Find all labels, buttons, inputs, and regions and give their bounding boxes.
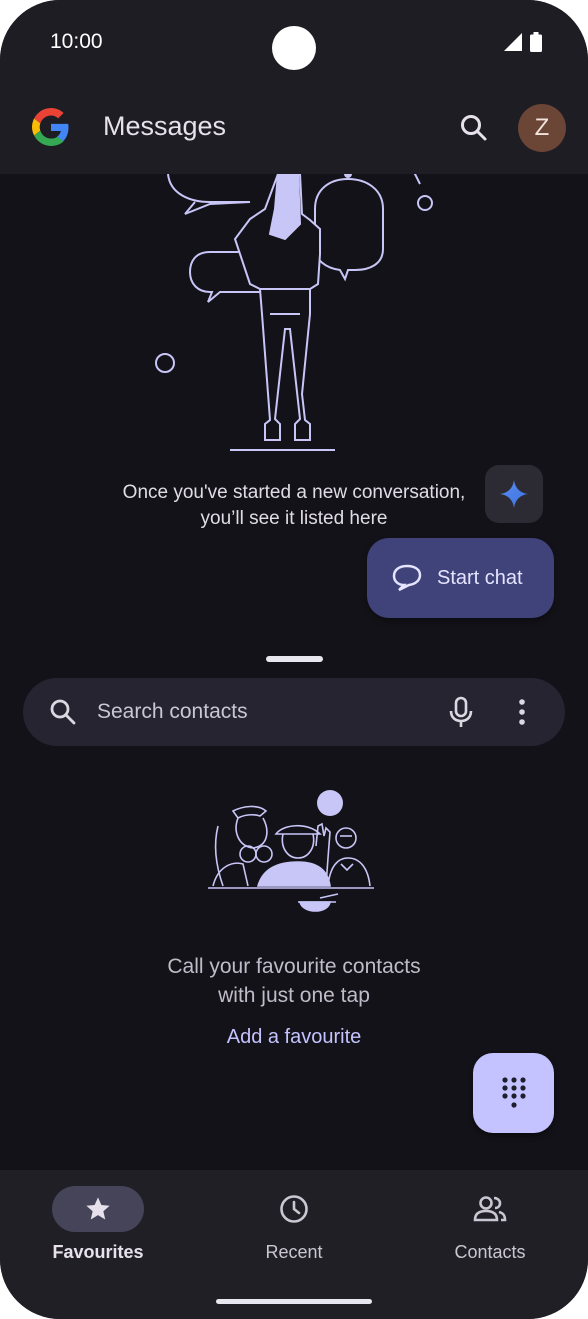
app-bar: Messages Z	[0, 86, 588, 174]
start-chat-button[interactable]: Start chat	[367, 538, 554, 618]
nav-label-recent: Recent	[265, 1242, 323, 1262]
nav-label-favourites: Favourites	[52, 1242, 144, 1262]
contacts-icon	[473, 1196, 507, 1222]
search-icon	[50, 699, 76, 725]
favourites-empty-message: Call your favourite contacts with just o…	[0, 952, 588, 1010]
start-chat-label: Start chat	[437, 566, 523, 589]
conversations-empty-state: Once you've started a new conversation, …	[0, 174, 588, 654]
search-icon[interactable]	[454, 108, 494, 148]
nav-label-contacts: Contacts	[454, 1242, 526, 1262]
nav-active-indicator	[52, 1186, 144, 1232]
nav-item-favourites[interactable]: Favourites	[18, 1186, 178, 1263]
status-time: 10:00	[50, 30, 103, 53]
favourites-illustration	[208, 790, 374, 912]
nav-icon-container	[444, 1186, 536, 1232]
account-avatar[interactable]: Z	[518, 104, 566, 152]
dialpad-button[interactable]	[473, 1053, 554, 1133]
camera-cutout	[272, 26, 316, 70]
sheet-drag-handle[interactable]	[266, 656, 323, 662]
status-icons	[504, 32, 542, 52]
nav-item-recent[interactable]: Recent	[214, 1186, 374, 1263]
status-bar: 10:00	[0, 0, 588, 86]
home-indicator[interactable]	[216, 1299, 372, 1304]
favourites-message-line-1: Call your favourite contacts	[167, 955, 421, 978]
phone-screen: 10:00 Messages Z Once you've started a n…	[0, 0, 588, 1319]
add-favourite-link[interactable]: Add a favourite	[0, 1026, 588, 1049]
chat-bubble-icon	[392, 564, 422, 592]
app-title: Messages	[103, 111, 227, 141]
gemini-sparkle-icon	[500, 480, 528, 508]
bottom-navigation: Favourites Recent Contacts	[0, 1170, 588, 1319]
more-options-icon[interactable]	[517, 698, 527, 726]
search-contacts-placeholder: Search contacts	[97, 700, 248, 723]
battery-icon	[530, 32, 542, 52]
nav-item-contacts[interactable]: Contacts	[410, 1186, 570, 1263]
contacts-search-bar[interactable]: Search contacts	[23, 678, 565, 746]
clock-icon	[280, 1195, 308, 1223]
microphone-icon[interactable]	[447, 696, 475, 728]
nav-icon-container	[248, 1186, 340, 1232]
favourites-message-line-2: with just one tap	[218, 984, 370, 1007]
google-logo-icon	[32, 108, 69, 146]
conversation-illustration	[155, 174, 433, 451]
gemini-button[interactable]	[485, 465, 543, 523]
signal-icon	[504, 33, 522, 51]
star-icon	[86, 1197, 110, 1220]
dialpad-icon	[501, 1077, 526, 1108]
